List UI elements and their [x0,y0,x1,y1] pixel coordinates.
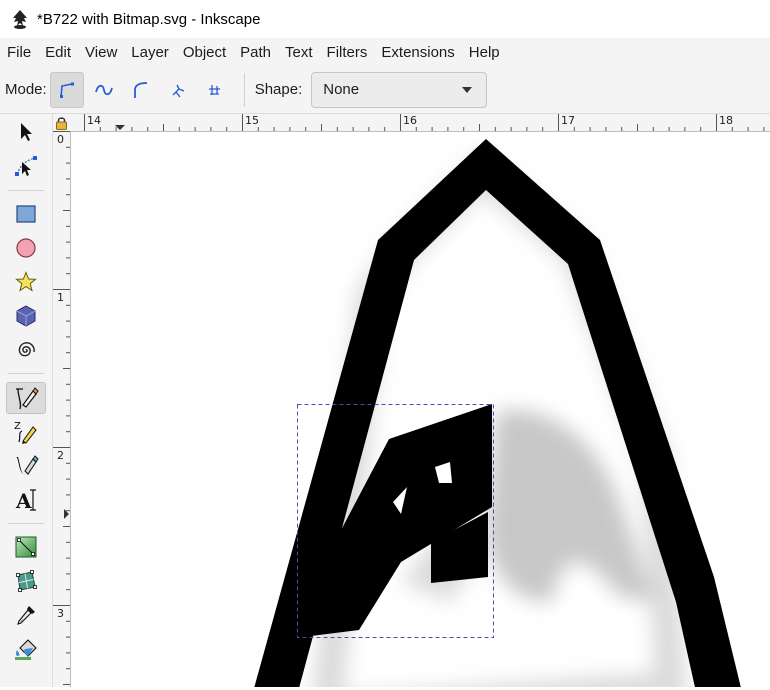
mesh-tool-icon [16,570,37,592]
paraxial-line-icon [172,84,184,97]
calligraphy-tool-button[interactable] [6,450,46,482]
menu-edit[interactable]: Edit [38,44,78,61]
ruler-label: 3 [57,607,64,620]
ruler-label: 2 [57,449,64,462]
pencil-tool-icon: Z [14,421,37,444]
mode-regular-bezier-button[interactable] [49,71,84,108]
spiral-tool-icon [18,342,35,357]
menu-view[interactable]: View [78,44,124,61]
menu-file[interactable]: File [0,44,38,61]
toolbox-separator [8,373,44,374]
ruler-corner[interactable] [53,114,70,131]
canvas-drawing [254,139,741,687]
ruler-label: 16 [403,114,417,127]
node-tool-button[interactable] [6,151,46,183]
menu-path[interactable]: Path [233,44,278,61]
lock-icon [56,116,67,130]
text-tool-icon: A [15,489,36,513]
menu-object[interactable]: Object [176,44,233,61]
3d-box-tool-button[interactable] [6,300,46,332]
gradient-tool-button[interactable] [6,531,46,563]
title-bar: *B722 with Bitmap.svg - Inkscape [0,0,770,38]
menu-text[interactable]: Text [278,44,320,61]
selector-tool-icon [21,123,32,141]
paint-bucket-tool-button[interactable] [6,633,46,665]
horizontal-ruler-scale: 14 15 16 17 18 [84,114,765,131]
horizontal-ruler[interactable]: 14 15 16 17 18 [70,114,770,132]
ruler-label: 18 [719,114,733,127]
calligraphy-tool-icon [16,455,39,475]
vertical-ruler-scale: 0 1 2 3 [53,131,70,685]
text-tool-button[interactable]: A [6,484,46,516]
window-title: *B722 with Bitmap.svg - Inkscape [37,10,261,28]
mode-label: Mode: [5,81,47,98]
menu-filters[interactable]: Filters [320,44,375,61]
spiral-tool-button[interactable] [6,334,46,366]
paint-bucket-tool-icon [15,639,37,660]
mode-paraxial-button[interactable] [161,72,195,108]
spiro-path-icon [94,84,113,95]
menu-help[interactable]: Help [462,44,507,61]
drawing-canvas[interactable] [71,132,770,687]
selector-tool-button[interactable] [6,116,46,148]
ruler-label: 17 [561,114,575,127]
paraxial-line-alt-icon [208,84,220,95]
chevron-down-icon [462,86,473,93]
svg-text:Z: Z [14,421,21,432]
toolbar-separator [243,72,245,107]
star-tool-icon [15,271,37,292]
shape-label: Shape: [254,81,303,98]
pencil-tool-button[interactable]: Z [6,416,46,448]
vertical-ruler[interactable]: 0 1 2 3 [53,131,71,687]
toolbox: Z A [0,114,53,687]
gradient-tool-icon [15,536,37,558]
menu-extensions[interactable]: Extensions [374,44,461,61]
rectangle-tool-icon [16,205,36,223]
dropper-tool-icon [17,606,35,625]
shape-dropdown-value: None [323,81,360,98]
ruler-label: 1 [57,291,64,304]
inkscape-logo-icon [13,10,27,29]
ellipse-tool-icon [16,238,36,258]
bezier-pen-tool-icon [16,387,39,410]
toolbox-separator [8,523,44,524]
star-tool-button[interactable] [6,266,46,298]
3d-box-tool-icon [16,305,36,327]
bezier-pen-tool-button[interactable] [6,382,46,414]
bspline-path-icon [133,81,147,98]
menu-bar: File Edit View Layer Object Path Text Fi… [0,38,770,66]
node-tool-icon [15,156,37,176]
ruler-label: 0 [57,133,64,146]
ellipse-tool-button[interactable] [6,232,46,264]
mode-spiro-button[interactable] [87,72,121,108]
tool-controls-bar: Mode: Shape: None [0,66,770,114]
regular-bezier-icon [59,82,74,98]
rectangle-tool-button[interactable] [6,198,46,230]
ruler-label: 15 [245,114,259,127]
ruler-label: 14 [87,114,101,127]
dropper-tool-button[interactable] [6,599,46,631]
shape-dropdown[interactable]: None [311,71,488,108]
mode-bspline-button[interactable] [124,72,158,108]
toolbox-separator [8,190,44,191]
menu-layer[interactable]: Layer [124,44,176,61]
svg-text:A: A [15,489,32,513]
mesh-tool-button[interactable] [6,565,46,597]
mode-paraxial-alt-button[interactable] [198,72,232,108]
